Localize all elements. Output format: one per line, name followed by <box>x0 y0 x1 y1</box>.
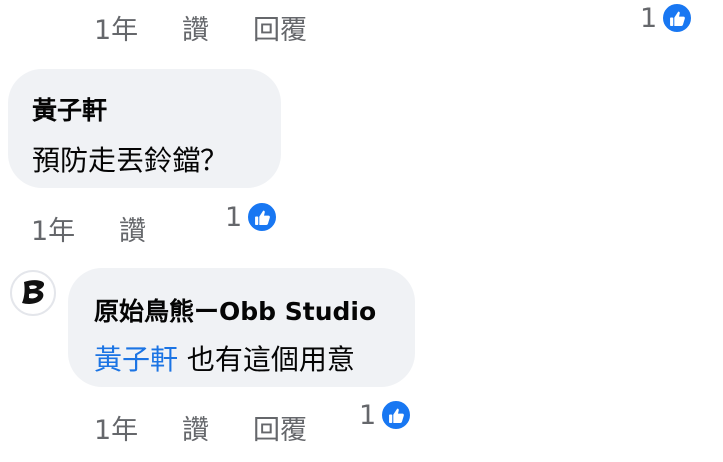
like-button[interactable]: 讚 <box>182 8 209 47</box>
mention-link[interactable]: 黃子軒 <box>94 343 178 376</box>
reaction-count: 1 <box>225 201 243 233</box>
reply-button[interactable]: 回覆 <box>253 8 307 47</box>
like-button[interactable]: 讚 <box>182 408 209 447</box>
reaction-summary[interactable]: 1 <box>225 201 279 233</box>
comment-time[interactable]: 1年 <box>94 8 138 47</box>
avatar[interactable] <box>10 270 56 316</box>
reaction-summary[interactable]: 1 <box>359 399 413 431</box>
comment-time[interactable]: 1年 <box>94 408 138 447</box>
thumbs-up-icon <box>246 201 279 233</box>
comment-time[interactable]: 1年 <box>31 209 75 248</box>
comment-text-body: 也有這個用意 <box>186 343 355 376</box>
reply-button[interactable]: 回覆 <box>253 408 307 447</box>
reaction-count: 1 <box>640 2 658 34</box>
like-button[interactable]: 讚 <box>119 209 146 248</box>
thumbs-up-icon <box>661 2 694 34</box>
comment-bubble: 黃子軒 預防走丟鈴鐺？ <box>8 69 281 188</box>
obb-studio-logo <box>22 280 45 304</box>
reaction-summary[interactable]: 1 <box>640 2 694 34</box>
reaction-count: 1 <box>359 399 377 431</box>
comment-author[interactable]: 原始鳥熊ーObb Studio <box>94 292 376 328</box>
comment-text: 黃子軒 也有這個用意 <box>94 338 355 378</box>
comment-text: 預防走丟鈴鐺？ <box>32 144 229 177</box>
comment-author[interactable]: 黃子軒 <box>32 91 107 127</box>
comment-bubble: 原始鳥熊ーObb Studio 黃子軒 也有這個用意 <box>68 268 415 387</box>
thumbs-up-icon <box>380 399 413 431</box>
